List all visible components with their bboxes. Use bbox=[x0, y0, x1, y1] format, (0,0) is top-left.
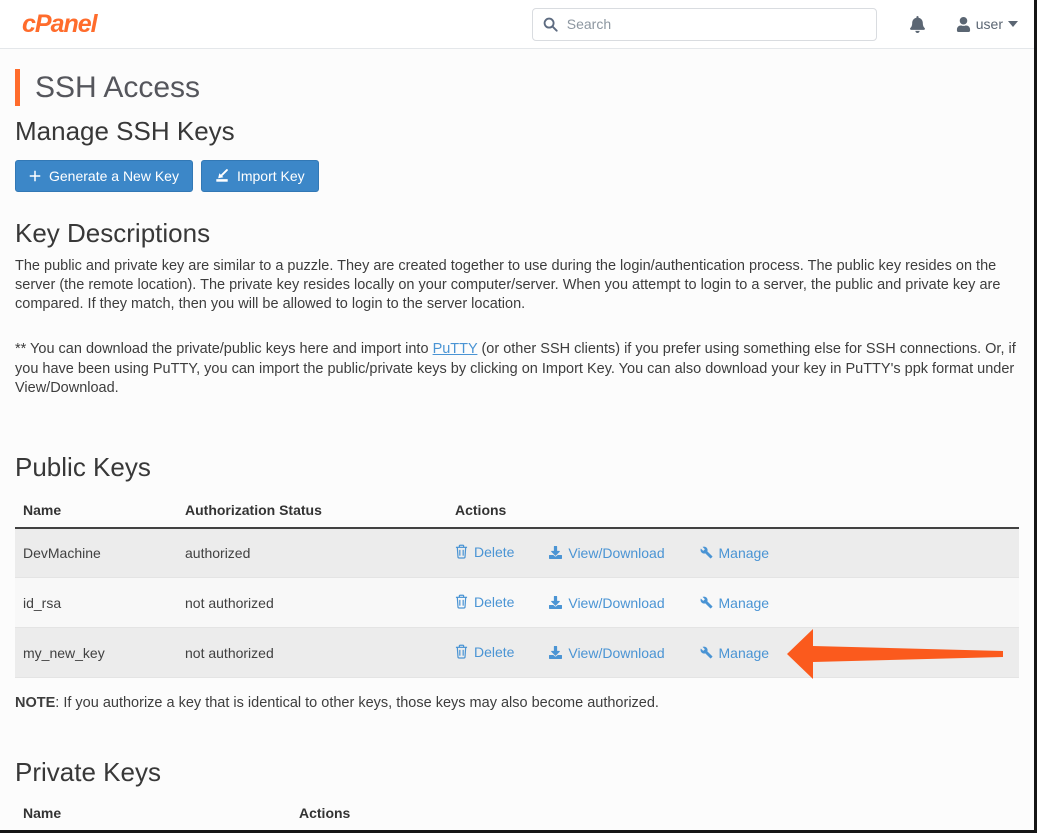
manage-link[interactable]: Manage bbox=[700, 545, 770, 561]
wrench-icon bbox=[700, 646, 713, 659]
public-keys-table: Name Authorization Status Actions DevMac… bbox=[15, 493, 1019, 679]
authorization-note: NOTE: If you authorize a key that is ide… bbox=[15, 695, 1019, 711]
window: cPanel user bbox=[0, 0, 1037, 833]
chevron-down-icon bbox=[1008, 21, 1018, 27]
column-header-actions: Actions bbox=[291, 796, 1019, 831]
key-status: not authorized bbox=[177, 628, 447, 678]
top-bar: cPanel user bbox=[0, 0, 1034, 49]
key-actions: Delete View/Download Manage bbox=[447, 578, 1019, 628]
private-keys-table: Name Actions bbox=[15, 796, 1019, 832]
note-text: : If you authorize a key that is identic… bbox=[55, 695, 659, 711]
page-title-row: SSH Access bbox=[15, 69, 1019, 106]
manage-label: Manage bbox=[719, 545, 770, 561]
key-descriptions-paragraph-2: ** You can download the private/public k… bbox=[15, 340, 1019, 397]
delete-label: Delete bbox=[474, 594, 514, 610]
key-status: authorized bbox=[177, 528, 447, 578]
view-download-link[interactable]: View/Download bbox=[549, 595, 664, 611]
view-download-label: View/Download bbox=[568, 595, 664, 611]
delete-link[interactable]: Delete bbox=[455, 544, 514, 560]
manage-link[interactable]: Manage bbox=[700, 645, 770, 661]
column-header-actions: Actions bbox=[447, 493, 1019, 528]
page-title: SSH Access bbox=[35, 71, 200, 105]
table-row: DevMachine authorized Delete View/Downlo… bbox=[15, 528, 1019, 578]
public-keys-table-wrap: Name Authorization Status Actions DevMac… bbox=[15, 493, 1019, 679]
column-header-name: Name bbox=[15, 493, 177, 528]
public-keys-header-row: Name Authorization Status Actions bbox=[15, 493, 1019, 528]
delete-label: Delete bbox=[474, 544, 514, 560]
download-icon bbox=[549, 596, 562, 609]
private-keys-header-row: Name Actions bbox=[15, 796, 1019, 831]
table-row: my_new_key not authorized Delete View/Do… bbox=[15, 628, 1019, 678]
manage-ssh-keys-heading: Manage SSH Keys bbox=[15, 116, 1019, 147]
view-download-label: View/Download bbox=[568, 545, 664, 561]
top-bar-right: user bbox=[909, 16, 1018, 33]
cpanel-logo: cPanel bbox=[16, 10, 97, 39]
key-actions: Delete View/Download Manage bbox=[447, 628, 1019, 678]
delete-link[interactable]: Delete bbox=[455, 594, 514, 610]
wrench-icon bbox=[700, 546, 713, 559]
delete-link[interactable]: Delete bbox=[455, 644, 514, 660]
user-menu-label: user bbox=[976, 16, 1003, 32]
plus-icon bbox=[29, 170, 41, 182]
download-icon bbox=[549, 546, 562, 559]
bell-icon bbox=[909, 16, 926, 33]
manage-label: Manage bbox=[719, 645, 770, 661]
key-descriptions-heading: Key Descriptions bbox=[15, 218, 1019, 249]
table-row: id_rsa not authorized Delete View/Downlo… bbox=[15, 578, 1019, 628]
manage-link[interactable]: Manage bbox=[700, 595, 770, 611]
generate-key-label: Generate a New Key bbox=[49, 168, 179, 184]
notifications-button[interactable] bbox=[909, 16, 926, 33]
import-key-label: Import Key bbox=[237, 168, 305, 184]
key-name: DevMachine bbox=[15, 528, 177, 578]
trash-icon bbox=[455, 544, 468, 559]
view-download-label: View/Download bbox=[568, 645, 664, 661]
column-header-status: Authorization Status bbox=[177, 493, 447, 528]
putty-link[interactable]: PuTTY bbox=[433, 341, 478, 357]
generate-key-button[interactable]: Generate a New Key bbox=[15, 160, 193, 192]
note-label: NOTE bbox=[15, 695, 55, 711]
key-actions: Delete View/Download Manage bbox=[447, 528, 1019, 578]
paragraph-2-pre: ** You can download the private/public k… bbox=[15, 341, 433, 357]
import-key-button[interactable]: Import Key bbox=[201, 160, 319, 192]
import-icon bbox=[215, 169, 229, 183]
download-icon bbox=[549, 646, 562, 659]
public-keys-heading: Public Keys bbox=[15, 452, 1019, 483]
key-descriptions-paragraph-1: The public and private key are similar t… bbox=[15, 257, 1019, 314]
key-status: not authorized bbox=[177, 578, 447, 628]
column-header-name: Name bbox=[15, 796, 291, 831]
user-menu[interactable]: user bbox=[956, 16, 1018, 32]
accent-bar bbox=[15, 69, 20, 106]
user-icon bbox=[956, 17, 971, 32]
trash-icon bbox=[455, 644, 468, 659]
view-download-link[interactable]: View/Download bbox=[549, 545, 664, 561]
delete-label: Delete bbox=[474, 644, 514, 660]
wrench-icon bbox=[700, 596, 713, 609]
private-keys-heading: Private Keys bbox=[15, 757, 1019, 788]
manage-label: Manage bbox=[719, 595, 770, 611]
view-download-link[interactable]: View/Download bbox=[549, 645, 664, 661]
search-box[interactable] bbox=[532, 8, 877, 41]
key-name: id_rsa bbox=[15, 578, 177, 628]
search-input[interactable] bbox=[567, 16, 866, 32]
trash-icon bbox=[455, 594, 468, 609]
key-actions-toolbar: Generate a New Key Import Key bbox=[15, 160, 1019, 192]
key-name: my_new_key bbox=[15, 628, 177, 678]
search-icon bbox=[543, 17, 558, 32]
main-content: SSH Access Manage SSH Keys Generate a Ne… bbox=[0, 49, 1034, 832]
